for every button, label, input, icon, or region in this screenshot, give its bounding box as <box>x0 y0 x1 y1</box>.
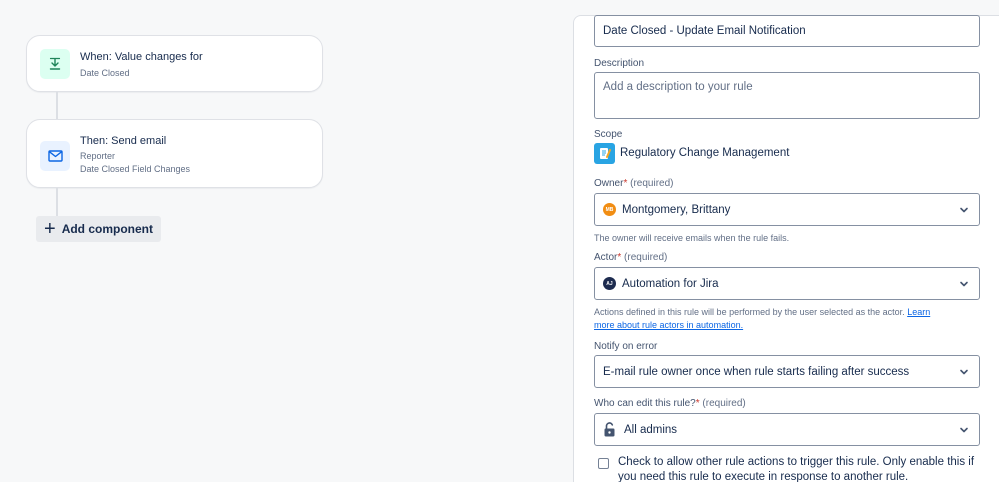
connector-line <box>56 92 58 119</box>
action-line-2: Date Closed Field Changes <box>80 164 191 174</box>
edit-label-text: Who can edit this rule? <box>594 398 696 409</box>
owner-helper: The owner will receive emails when the r… <box>594 233 790 243</box>
chevron-down-icon <box>960 369 968 374</box>
unlock-icon <box>604 422 615 437</box>
actor-helper-text: Actions defined in this rule will be per… <box>594 307 905 317</box>
learn-more-link-cont[interactable]: more about rule actors in automation. <box>594 320 743 330</box>
actor-required-text: (required) <box>624 252 668 263</box>
trigger-node[interactable]: When: Value changes for Date Closed <box>26 35 323 92</box>
owner-label-text: Owner <box>594 178 624 189</box>
actor-label: Actor* (required) <box>594 252 667 263</box>
value-change-icon <box>40 49 70 79</box>
action-line-1: Reporter <box>80 151 116 161</box>
chevron-down-icon <box>960 427 968 432</box>
edit-permission-label: Who can edit this rule?* (required) <box>594 398 746 409</box>
owner-select[interactable]: MB Montgomery, Brittany <box>594 193 980 226</box>
learn-more-link[interactable]: Learn <box>907 307 930 317</box>
scope-label: Scope <box>594 129 623 140</box>
connector-line <box>56 188 58 216</box>
description-textarea[interactable]: Add a description to your rule <box>594 72 980 119</box>
notify-label: Notify on error <box>594 341 658 352</box>
owner-required-mark: * <box>623 178 628 189</box>
scope-value: Regulatory Change Management <box>620 147 790 159</box>
description-placeholder: Add a description to your rule <box>603 81 753 93</box>
notify-value: E-mail rule owner once when rule starts … <box>603 365 910 378</box>
owner-required-text: (required) <box>630 178 674 189</box>
actor-select[interactable]: AJ Automation for Jira <box>594 267 980 300</box>
action-node[interactable]: Then: Send email Reporter Date Closed Fi… <box>26 119 323 188</box>
scope-project-icon <box>594 143 615 164</box>
rule-name-value: Date Closed - Update Email Notification <box>603 25 806 37</box>
actor-label-text: Actor <box>594 252 618 263</box>
chevron-down-icon <box>960 207 968 212</box>
allow-trigger-text: Check to allow other rule actions to tri… <box>618 456 975 482</box>
mail-icon <box>40 141 70 171</box>
chevron-down-icon <box>960 281 968 286</box>
description-label: Description <box>594 58 645 69</box>
edit-required-text: (required) <box>702 398 746 409</box>
trigger-subtitle: Date Closed <box>80 68 130 78</box>
allow-trigger-checkbox[interactable] <box>598 458 609 469</box>
actor-value: Automation for Jira <box>622 277 719 290</box>
edit-required-mark: * <box>695 398 700 409</box>
plus-icon: + <box>44 218 56 240</box>
action-title: Then: Send email <box>80 135 167 147</box>
actor-avatar: AJ <box>603 277 616 290</box>
notify-select[interactable]: E-mail rule owner once when rule starts … <box>594 355 980 388</box>
trigger-title: When: Value changes for <box>80 51 203 63</box>
rule-name-input[interactable]: Date Closed - Update Email Notification <box>594 15 980 47</box>
add-component-label: Add component <box>61 222 154 236</box>
rule-details-panel: Date Closed - Update Email Notification … <box>573 15 999 482</box>
owner-avatar: MB <box>603 203 616 216</box>
edit-permission-value: All admins <box>624 423 678 436</box>
actor-helper: Actions defined in this rule will be per… <box>594 306 980 331</box>
actor-required-mark: * <box>617 252 622 263</box>
edit-permission-select[interactable]: All admins <box>594 413 980 446</box>
owner-label: Owner* (required) <box>594 178 674 189</box>
add-component-button[interactable]: + Add component <box>36 216 161 242</box>
owner-value: Montgomery, Brittany <box>622 203 731 216</box>
